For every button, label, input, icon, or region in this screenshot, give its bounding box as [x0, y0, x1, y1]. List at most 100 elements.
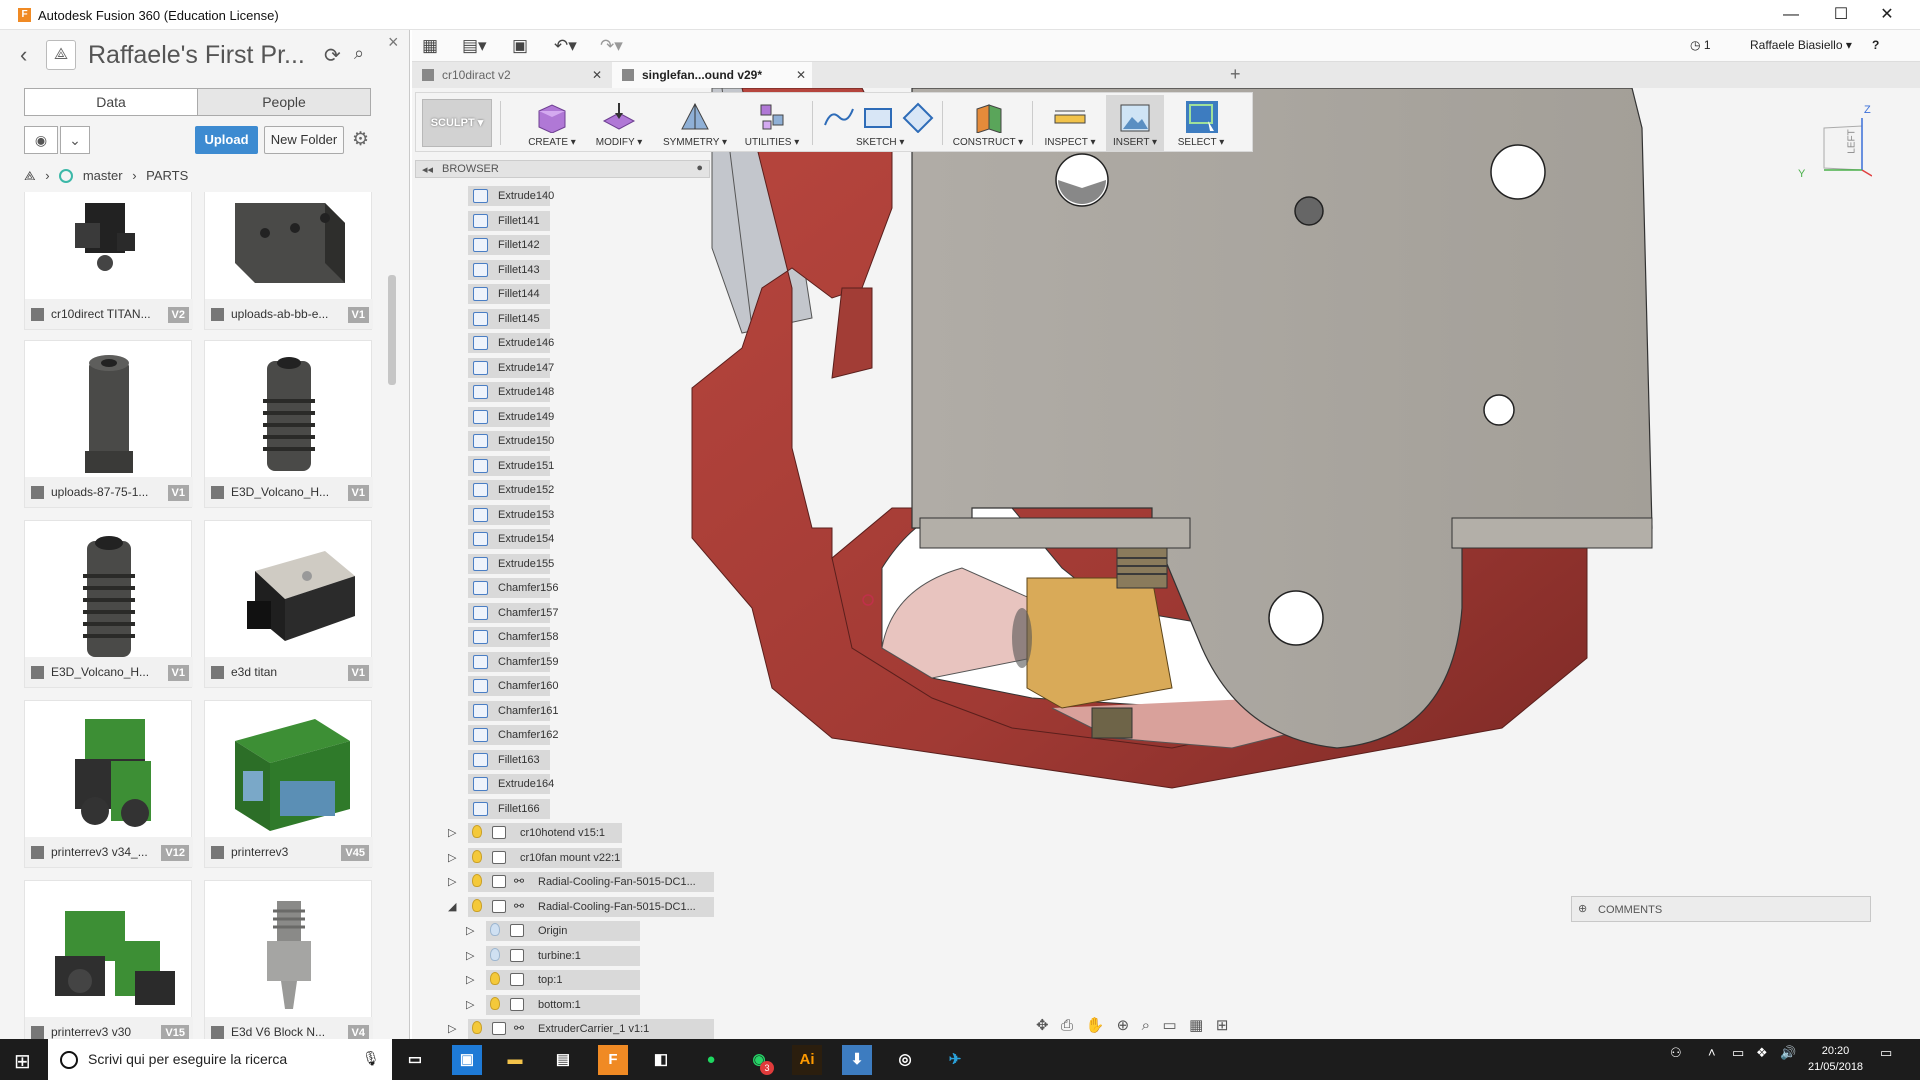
undo-icon[interactable]: ↶▾: [554, 36, 577, 56]
hub-icon[interactable]: ⟁: [24, 168, 36, 184]
add-comment-icon[interactable]: ⊕: [1578, 902, 1587, 915]
create-menu[interactable]: CREATE ▾: [522, 95, 582, 151]
sketch-line-tool[interactable]: [820, 95, 856, 151]
telegram-icon[interactable]: ✈: [940, 1045, 970, 1075]
taskbar-clock[interactable]: 20:20 21/05/2018: [1808, 1043, 1863, 1075]
comments-panel[interactable]: ⊕ COMMENTS: [1571, 896, 1871, 922]
file-menu-icon[interactable]: ▤▾: [462, 36, 487, 56]
taskbar-search[interactable]: Scrivi qui per eseguire la ricerca 🎙: [48, 1039, 392, 1080]
inspect-menu[interactable]: INSPECT ▾: [1040, 95, 1100, 151]
pan-hand-icon[interactable]: ✋: [1086, 1016, 1105, 1034]
expand-arrow-icon[interactable]: ▷: [466, 973, 474, 986]
upload-button[interactable]: Upload: [195, 126, 258, 154]
version-badge[interactable]: V1: [347, 485, 369, 501]
file-card[interactable]: E3D_Volcano_H... V1: [204, 340, 373, 508]
windows-start-icon[interactable]: ⊞: [14, 1049, 31, 1074]
browser-pin-icon[interactable]: ●: [696, 162, 703, 174]
fusion-360-icon[interactable]: F: [598, 1045, 628, 1075]
display-settings-icon[interactable]: ▭: [1163, 1016, 1177, 1034]
new-tab-button[interactable]: +: [1230, 62, 1241, 86]
store-app-icon[interactable]: ▣: [452, 1045, 482, 1075]
expand-arrow-icon[interactable]: ▷: [448, 875, 456, 888]
user-menu[interactable]: Raffaele Biasiello ▾: [1750, 38, 1852, 52]
microphone-icon[interactable]: 🎙: [362, 1050, 380, 1067]
version-badge[interactable]: V1: [167, 485, 189, 501]
browser-panel-header[interactable]: ◂◂ BROWSER ●: [415, 160, 710, 178]
close-tab-icon[interactable]: ✕: [592, 62, 602, 88]
task-view-icon[interactable]: ▭: [400, 1045, 430, 1075]
visibility-bulb-icon[interactable]: [472, 849, 482, 863]
expand-arrow-icon[interactable]: ▷: [448, 851, 456, 864]
fit-zoom-icon[interactable]: ⌕: [1142, 1017, 1150, 1034]
file-explorer-icon[interactable]: ▬: [500, 1045, 530, 1075]
gear-icon[interactable]: ⚙: [352, 128, 369, 151]
search-icon[interactable]: ⌕: [354, 43, 364, 64]
grid-settings-icon[interactable]: ▦: [1189, 1016, 1203, 1034]
view-mode-icon[interactable]: ◉: [24, 126, 58, 154]
version-badge[interactable]: V15: [161, 1025, 189, 1039]
file-card[interactable]: E3D_Volcano_H... V1: [24, 520, 193, 688]
file-card[interactable]: printerrev3 v30 V15: [24, 880, 193, 1039]
download-icon[interactable]: ⬇: [842, 1045, 872, 1075]
zoom-icon[interactable]: ⊕: [1117, 1016, 1130, 1034]
new-folder-button[interactable]: New Folder: [264, 126, 344, 154]
construct-menu[interactable]: CONSTRUCT ▾: [950, 95, 1026, 151]
back-arrow-icon[interactable]: ‹: [20, 42, 27, 68]
file-card[interactable]: cr10direct TITAN... V2: [24, 192, 193, 330]
redo-icon[interactable]: ↷▾: [600, 36, 623, 56]
version-badge[interactable]: V1: [347, 665, 369, 681]
close-tab-icon[interactable]: ✕: [796, 62, 806, 88]
file-card[interactable]: printerrev3 v34_... V12: [24, 700, 193, 868]
grid-menu-icon[interactable]: ▦: [422, 36, 438, 56]
maximize-button[interactable]: ☐: [1818, 2, 1864, 28]
chevron-down-icon[interactable]: ⌄: [60, 126, 90, 154]
version-badge[interactable]: V4: [347, 1025, 369, 1039]
visibility-bulb-icon[interactable]: [490, 972, 500, 985]
collapse-browser-icon[interactable]: ◂◂: [422, 163, 433, 176]
file-card[interactable]: E3d V6 Block N... V4: [204, 880, 373, 1039]
version-badge[interactable]: V1: [347, 307, 369, 323]
volume-icon[interactable]: 🔊: [1780, 1045, 1796, 1061]
sketch-polygon-tool[interactable]: [900, 95, 936, 151]
version-badge[interactable]: V1: [167, 665, 189, 681]
expand-arrow-icon[interactable]: ▷: [466, 924, 474, 937]
tab-cr10diract[interactable]: cr10diract v2 ✕: [412, 62, 608, 88]
dropbox-icon[interactable]: ❖: [1756, 1045, 1768, 1061]
version-badge[interactable]: V2: [167, 307, 189, 323]
people-icon[interactable]: ⚇: [1670, 1045, 1682, 1061]
utilities-menu[interactable]: UTILITIES ▾: [740, 95, 804, 151]
notifications-icon[interactable]: ▭: [1880, 1045, 1892, 1061]
file-card[interactable]: uploads-87-75-1... V1: [24, 340, 193, 508]
minimize-button[interactable]: —: [1768, 2, 1814, 28]
help-icon[interactable]: ?: [1872, 38, 1879, 52]
spotify-icon[interactable]: ●: [696, 1045, 726, 1075]
tab-data[interactable]: Data: [24, 88, 198, 116]
file-card[interactable]: printerrev3 V45: [204, 700, 373, 868]
viewcube[interactable]: LEFT Z Y: [1798, 104, 1873, 180]
file-card[interactable]: uploads-ab-bb-e... V1: [204, 192, 373, 330]
expand-arrow-icon[interactable]: ▷: [448, 1022, 456, 1035]
modify-menu[interactable]: MODIFY ▾: [588, 95, 650, 151]
tray-expand-icon[interactable]: ˄: [1708, 1045, 1716, 1060]
visibility-bulb-icon[interactable]: [472, 1021, 482, 1034]
network-icon[interactable]: ▭: [1732, 1045, 1744, 1061]
visibility-bulb-icon[interactable]: [472, 874, 482, 887]
tab-people[interactable]: People: [197, 88, 371, 116]
save-icon[interactable]: ▣: [512, 36, 528, 56]
look-at-icon[interactable]: ⎙: [1061, 1017, 1073, 1034]
viewports-icon[interactable]: ⊞: [1216, 1016, 1229, 1034]
file-card[interactable]: e3d titan V1: [204, 520, 373, 688]
sketch-label[interactable]: SKETCH ▾: [856, 137, 904, 148]
job-status-icon[interactable]: ◷ 1: [1690, 38, 1711, 52]
workspace-switcher[interactable]: SCULPT ▾: [422, 99, 492, 147]
expand-arrow-icon[interactable]: ▷: [448, 826, 456, 839]
steam-icon[interactable]: ◎: [890, 1045, 920, 1075]
breadcrumb-folder[interactable]: PARTS: [146, 168, 188, 183]
visibility-bulb-icon[interactable]: [472, 825, 482, 838]
expand-arrow-icon[interactable]: ▷: [466, 949, 474, 962]
close-panel-icon[interactable]: ×: [388, 32, 399, 53]
orbit-icon[interactable]: ✥: [1036, 1016, 1049, 1034]
illustrator-icon[interactable]: Ai: [792, 1045, 822, 1075]
version-badge[interactable]: V45: [341, 845, 369, 861]
close-window-button[interactable]: ✕: [1864, 2, 1910, 28]
